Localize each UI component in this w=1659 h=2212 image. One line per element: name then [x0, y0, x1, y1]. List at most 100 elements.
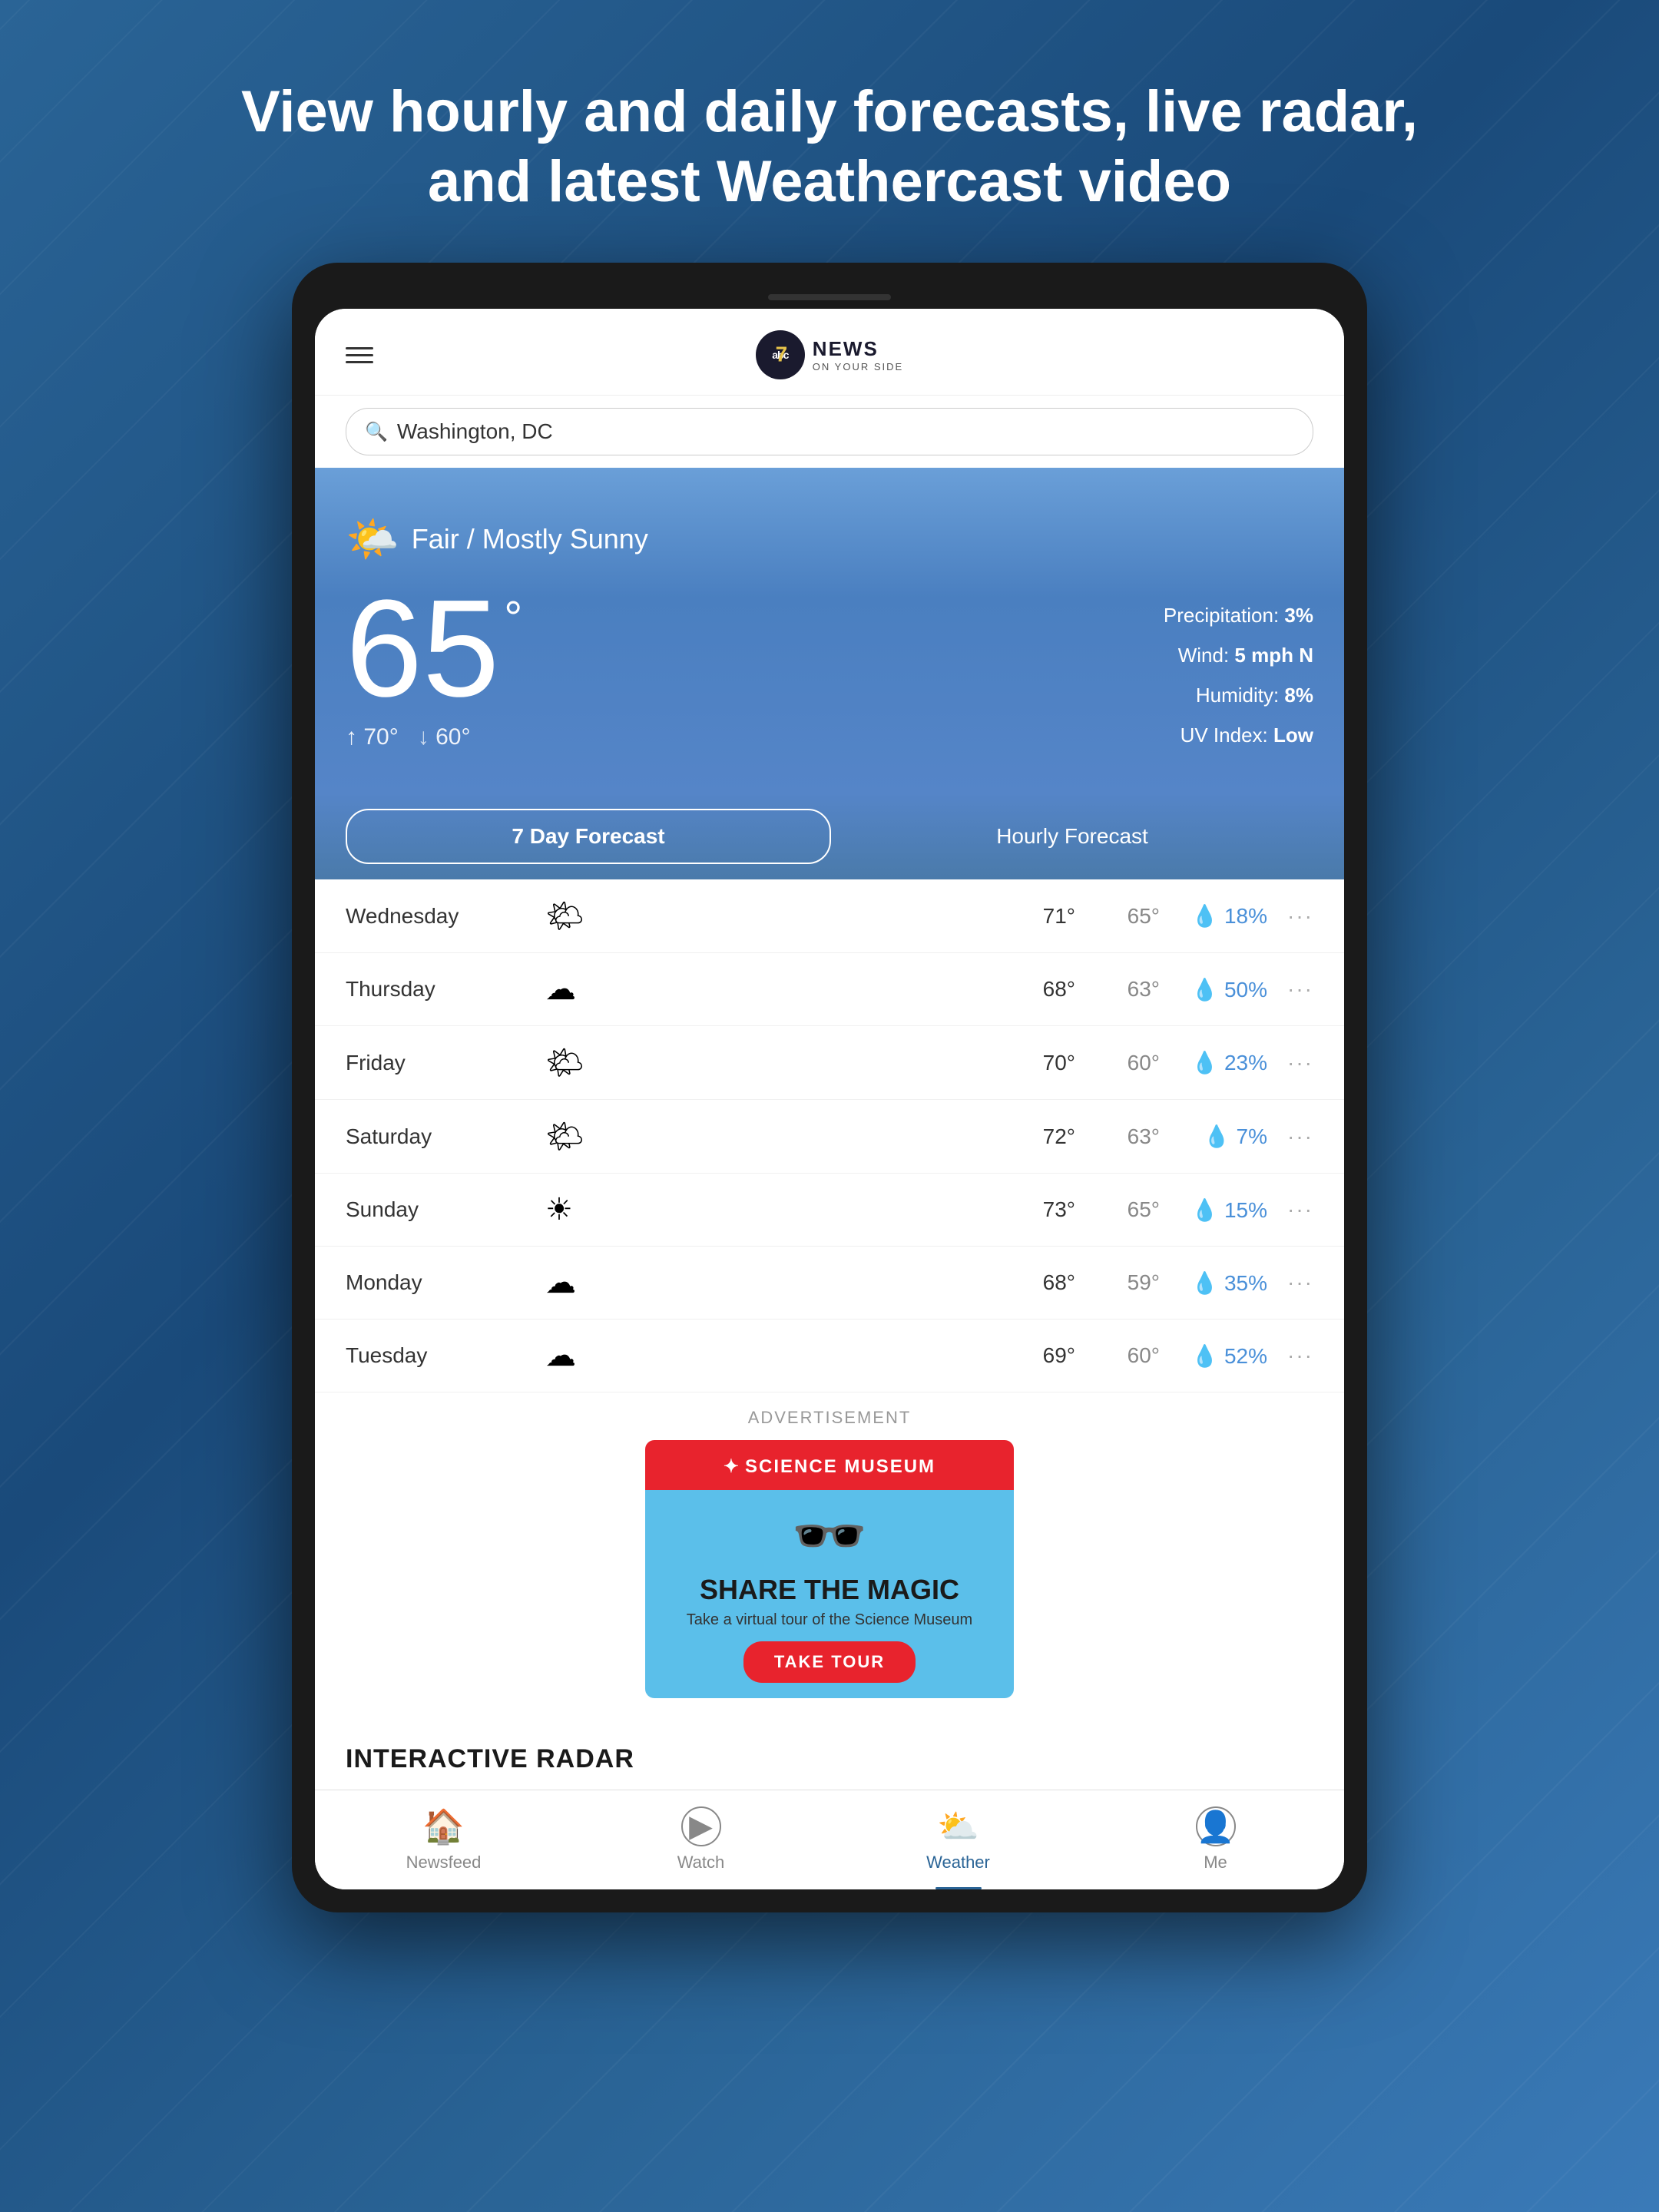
- forecast-weather-icon: 🌤: [545, 898, 584, 934]
- search-bar-container: 🔍 Washington, DC: [315, 396, 1344, 468]
- hamburger-button[interactable]: [346, 347, 373, 363]
- device-screen: abc 7 NEWS ON YOUR SIDE 🔍 Washington, DC: [315, 309, 1344, 1889]
- forecast-weather-icon: 🌤: [545, 1045, 584, 1081]
- search-input[interactable]: Washington, DC: [397, 419, 553, 444]
- forecast-row[interactable]: Thursday ☁ 68° 63° 💧 50% ···: [315, 953, 1344, 1026]
- forecast-high-temp: 69°: [1006, 1343, 1075, 1368]
- newsfeed-icon: 🏠: [422, 1806, 465, 1846]
- logo-text: NEWS ON YOUR SIDE: [813, 337, 903, 373]
- weather-condition-text: Fair / Mostly Sunny: [412, 523, 648, 555]
- hamburger-line-3: [346, 361, 373, 363]
- nav-item-watch[interactable]: ▶ Watch: [572, 1790, 830, 1889]
- forecast-high-temp: 70°: [1006, 1051, 1075, 1075]
- forecast-row[interactable]: Friday 🌤 70° 60° 💧 23% ···: [315, 1026, 1344, 1100]
- weather-nav-icon: ⛅: [937, 1806, 979, 1846]
- forecast-row[interactable]: Monday ☁ 68° 59° 💧 35% ···: [315, 1247, 1344, 1320]
- app-content: abc 7 NEWS ON YOUR SIDE 🔍 Washington, DC: [315, 309, 1344, 1889]
- precip-label: Precipitation:: [1164, 604, 1279, 627]
- nav-item-me[interactable]: 👤 Me: [1087, 1790, 1344, 1889]
- forecast-weather-icon: ☁: [545, 972, 576, 1007]
- forecast-table: Wednesday 🌤 71° 65° 💧 18% ··· Thursday ☁…: [315, 879, 1344, 1392]
- ad-top-section: ✦ SCIENCE MUSEUM: [645, 1440, 1014, 1490]
- device-frame: abc 7 NEWS ON YOUR SIDE 🔍 Washington, DC: [292, 263, 1367, 1912]
- uv-row: UV Index: Low: [1164, 715, 1313, 755]
- temperature-value: 65: [346, 571, 499, 726]
- watch-label: Watch: [677, 1853, 725, 1873]
- forecast-day-name: Saturday: [346, 1124, 545, 1149]
- me-icon: 👤: [1196, 1806, 1236, 1846]
- degree-symbol: °: [504, 595, 522, 641]
- nav-item-weather[interactable]: ⛅ Weather: [830, 1790, 1087, 1889]
- ad-middle-section: 🕶️ SHARE THE MAGIC Take a virtual tour o…: [645, 1490, 1014, 1698]
- forecast-day-name: Monday: [346, 1270, 545, 1295]
- forecast-precip: 💧 7%: [1175, 1124, 1267, 1149]
- forecast-more-button[interactable]: ···: [1267, 1343, 1313, 1368]
- forecast-row[interactable]: Tuesday ☁ 69° 60° 💧 52% ···: [315, 1320, 1344, 1392]
- header-line2: and latest Weathercast video: [241, 147, 1418, 217]
- low-arrow: ↓: [418, 724, 429, 750]
- high-temp: 70°: [363, 724, 398, 750]
- forecast-precip: 💧 18%: [1175, 903, 1267, 929]
- forecast-more-button[interactable]: ···: [1267, 1197, 1313, 1222]
- weather-hero: 🌤️ Fair / Mostly Sunny 65° ↑ 70° ↓: [315, 468, 1344, 793]
- forecast-high-temp: 73°: [1006, 1197, 1075, 1222]
- temperature-range: ↑ 70° ↓ 60°: [346, 724, 499, 750]
- tab-hourly[interactable]: Hourly Forecast: [831, 810, 1313, 863]
- ad-glasses-icon: 🕶️: [664, 1505, 995, 1567]
- forecast-row[interactable]: Sunday ☀ 73° 65° 💧 15% ···: [315, 1174, 1344, 1247]
- tab-7day[interactable]: 7 Day Forecast: [346, 809, 831, 864]
- forecast-low-temp: 60°: [1091, 1051, 1160, 1075]
- uv-value: Low: [1273, 724, 1313, 747]
- weather-condition-row: 🌤️ Fair / Mostly Sunny: [346, 514, 1313, 565]
- forecast-weather-icon: ☁: [545, 1338, 576, 1373]
- forecast-more-button[interactable]: ···: [1267, 1051, 1313, 1075]
- app-logo: abc 7 NEWS ON YOUR SIDE: [756, 330, 903, 379]
- nav-item-newsfeed[interactable]: 🏠 Newsfeed: [315, 1790, 572, 1889]
- weather-nav-label: Weather: [926, 1853, 990, 1873]
- high-arrow: ↑: [346, 724, 357, 750]
- forecast-more-button[interactable]: ···: [1267, 1270, 1313, 1295]
- forecast-day-name: Sunday: [346, 1197, 545, 1222]
- ad-label: ADVERTISEMENT: [346, 1408, 1313, 1428]
- forecast-row[interactable]: Wednesday 🌤 71° 65° 💧 18% ···: [315, 879, 1344, 953]
- weather-details-panel: Precipitation: 3% Wind: 5 mph N Humidity…: [1164, 580, 1313, 755]
- forecast-low-temp: 63°: [1091, 977, 1160, 1002]
- search-input-wrapper[interactable]: 🔍 Washington, DC: [346, 408, 1313, 455]
- ad-take-tour-button[interactable]: TAKE TOUR: [743, 1641, 916, 1683]
- forecast-more-button[interactable]: ···: [1267, 1124, 1313, 1149]
- forecast-precip: 💧 52%: [1175, 1343, 1267, 1369]
- ad-banner[interactable]: ✦ SCIENCE MUSEUM 🕶️ SHARE THE MAGIC Take…: [645, 1440, 1014, 1698]
- forecast-low-temp: 65°: [1091, 904, 1160, 929]
- temperature-section: 65° ↑ 70° ↓ 60°: [346, 580, 499, 750]
- bottom-navigation: 🏠 Newsfeed ▶ Watch ⛅ Weather 👤 Me: [315, 1790, 1344, 1889]
- forecast-weather-icon: ☁: [545, 1265, 576, 1300]
- low-temp: 60°: [435, 724, 470, 750]
- forecast-day-name: Friday: [346, 1051, 545, 1075]
- forecast-row[interactable]: Saturday 🌤 72° 63° 💧 7% ···: [315, 1100, 1344, 1174]
- forecast-precip: 💧 35%: [1175, 1270, 1267, 1296]
- humidity-value: 8%: [1284, 684, 1313, 707]
- forecast-more-button[interactable]: ···: [1267, 977, 1313, 1002]
- ad-sub-text: Take a virtual tour of the Science Museu…: [664, 1611, 995, 1629]
- radar-section: INTERACTIVE RADAR: [315, 1721, 1344, 1790]
- ad-museum-name: ✦ SCIENCE MUSEUM: [664, 1455, 995, 1478]
- temperature-display: 65°: [346, 580, 499, 718]
- forecast-weather-icon: 🌤: [545, 1118, 584, 1154]
- weather-main-row: 65° ↑ 70° ↓ 60° Precipitation:: [346, 580, 1313, 755]
- forecast-day-name: Thursday: [346, 977, 545, 1002]
- advertisement-section: ADVERTISEMENT ✦ SCIENCE MUSEUM 🕶️ SHARE …: [315, 1392, 1344, 1721]
- forecast-more-button[interactable]: ···: [1267, 904, 1313, 929]
- forecast-high-temp: 68°: [1006, 977, 1075, 1002]
- forecast-low-temp: 65°: [1091, 1197, 1160, 1222]
- app-header: abc 7 NEWS ON YOUR SIDE: [315, 309, 1344, 396]
- page-header: View hourly and daily forecasts, live ra…: [149, 0, 1510, 263]
- me-label: Me: [1204, 1853, 1227, 1873]
- humidity-label: Humidity:: [1196, 684, 1279, 707]
- forecast-low-temp: 60°: [1091, 1343, 1160, 1368]
- forecast-day-name: Wednesday: [346, 904, 545, 929]
- device-speaker: [768, 294, 891, 300]
- nav-active-indicator: [935, 1887, 982, 1889]
- forecast-low-temp: 59°: [1091, 1270, 1160, 1295]
- forecast-tabs-section: 7 Day Forecast Hourly Forecast: [315, 793, 1344, 879]
- ad-star-icon: ✦: [724, 1455, 740, 1478]
